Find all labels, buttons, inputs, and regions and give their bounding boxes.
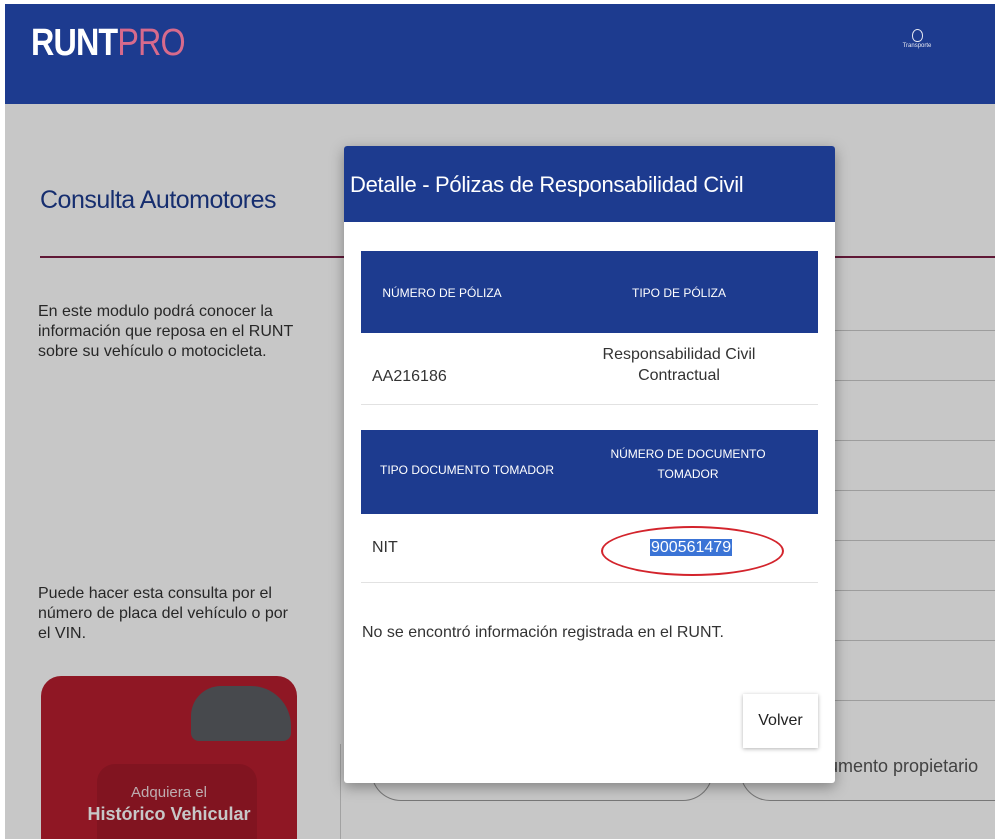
document-type: NIT (372, 539, 398, 556)
no-records-message: No se encontró información registrada en… (362, 624, 724, 641)
policy-number: AA216186 (372, 368, 447, 385)
column-header: NÚMERO DE DOCUMENTO TOMADOR (610, 447, 766, 481)
red-annotation-circle (601, 526, 784, 576)
policy-table-header: NÚMERO DE PÓLIZA TIPO DE PÓLIZA (361, 251, 818, 333)
page: RUNTPRO Transporte Consulta Automotores … (0, 0, 995, 839)
dialog-header: Detalle - Pólizas de Responsabilidad Civ… (344, 146, 835, 222)
column-header: TIPO DE PÓLIZA (631, 286, 727, 300)
row-divider (361, 404, 818, 405)
holder-table-header: TIPO DOCUMENTO TOMADOR NÚMERO DE DOCUMEN… (361, 430, 818, 514)
column-header: TIPO DOCUMENTO TOMADOR (379, 463, 554, 477)
policy-detail-dialog: Detalle - Pólizas de Responsabilidad Civ… (344, 146, 835, 783)
top-bar: RUNTPRO Transporte (5, 4, 995, 104)
logo-label: Transporte (902, 43, 932, 49)
back-button[interactable]: Volver (743, 694, 818, 748)
row-divider (361, 582, 818, 583)
policy-type: Responsabilidad Civil Contractual (602, 346, 756, 384)
transport-shield-icon: Transporte (902, 29, 932, 49)
runtpro-logo[interactable]: RUNTPRO (31, 22, 186, 65)
dialog-title: Detalle - Pólizas de Responsabilidad Civ… (350, 172, 744, 197)
column-header: NÚMERO DE PÓLIZA (382, 286, 502, 300)
